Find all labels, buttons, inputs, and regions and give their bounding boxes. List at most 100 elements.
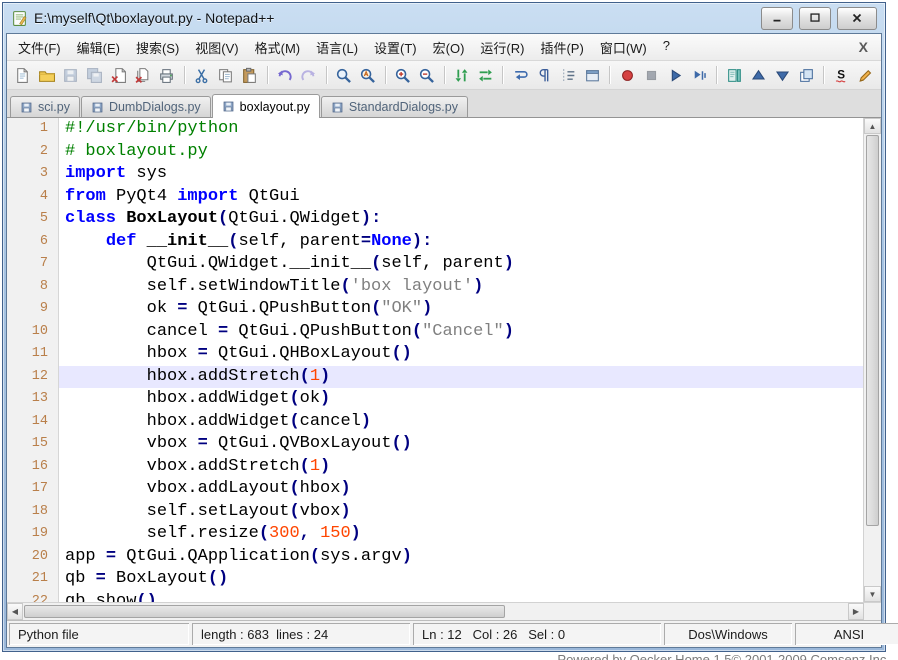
code-line[interactable]: qb = BoxLayout() [59, 568, 863, 591]
menu-item-1[interactable]: 编辑(E) [69, 34, 128, 61]
copy-icon[interactable] [215, 64, 237, 86]
prev-doc-icon[interactable] [747, 64, 769, 86]
paste-icon[interactable] [239, 64, 261, 86]
show-all-chars-icon[interactable] [533, 64, 555, 86]
line-number: 17 [7, 478, 48, 501]
vertical-scroll-track[interactable] [864, 134, 881, 586]
scroll-left-arrow[interactable]: ◀ [7, 603, 23, 620]
horizontal-scroll-thumb[interactable] [24, 605, 505, 618]
code-line[interactable]: def __init__(self, parent=None): [59, 231, 863, 254]
replace-icon[interactable] [357, 64, 379, 86]
spell-check-icon[interactable]: S [830, 64, 852, 86]
sync-horizontal-scroll-icon[interactable] [474, 64, 496, 86]
code-line[interactable]: vbox.addStretch(1) [59, 456, 863, 479]
menu-item-5[interactable]: 语言(L) [308, 34, 366, 61]
title-bar[interactable]: E:\myself\Qt\boxlayout.py - Notepad++ [6, 3, 882, 33]
macro-stop-icon[interactable] [640, 64, 662, 86]
close-button[interactable] [837, 7, 877, 30]
code-line[interactable]: hbox.addWidget(ok) [59, 388, 863, 411]
user-define-dialog-icon[interactable] [581, 64, 603, 86]
code-line[interactable]: QtGui.QWidget.__init__(self, parent) [59, 253, 863, 276]
saved-file-icon [331, 101, 344, 114]
vertical-scroll-thumb[interactable] [866, 135, 879, 526]
menu-item-4[interactable]: 格式(M) [247, 34, 309, 61]
toolbar-separator [326, 66, 327, 84]
cut-icon[interactable] [191, 64, 213, 86]
horizontal-scroll-track[interactable] [23, 603, 848, 620]
next-doc-icon[interactable] [771, 64, 793, 86]
line-number: 10 [7, 321, 48, 344]
macro-run-multiple-icon[interactable] [688, 64, 710, 86]
code-line[interactable]: app = QtGui.QApplication(sys.argv) [59, 546, 863, 569]
doc-map-icon[interactable] [723, 64, 745, 86]
code-line[interactable]: # boxlayout.py [59, 141, 863, 164]
macro-record-icon[interactable] [616, 64, 638, 86]
scroll-up-arrow[interactable]: ▲ [864, 118, 881, 134]
print-icon[interactable] [156, 64, 178, 86]
code-line[interactable]: ok = QtGui.QPushButton("OK") [59, 298, 863, 321]
line-number: 5 [7, 208, 48, 231]
undo-icon[interactable] [274, 64, 296, 86]
tab-dumbdialogs-py[interactable]: DumbDialogs.py [81, 96, 211, 117]
menu-item-9[interactable]: 插件(P) [532, 34, 591, 61]
eol-format-pane: Dos\Windows [664, 623, 792, 645]
doc-close-x-button[interactable]: X [849, 39, 878, 55]
code-line[interactable]: import sys [59, 163, 863, 186]
code-line[interactable]: #!/usr/bin/python [59, 118, 863, 141]
close-all-docs-icon[interactable] [132, 64, 154, 86]
save-icon[interactable] [60, 64, 82, 86]
code-line[interactable]: cancel = QtGui.QPushButton("Cancel") [59, 321, 863, 344]
code-line[interactable]: hbox = QtGui.QHBoxLayout() [59, 343, 863, 366]
menu-item-6[interactable]: 设置(T) [366, 34, 425, 61]
new-file-icon[interactable] [12, 64, 34, 86]
tab-sci-py[interactable]: sci.py [10, 96, 80, 117]
code-line-current[interactable]: hbox.addStretch(1) [59, 366, 863, 389]
code-line[interactable]: qb.show() [59, 591, 863, 603]
menu-item-10[interactable]: 窗口(W) [592, 34, 655, 61]
code-line[interactable]: vbox = QtGui.QVBoxLayout() [59, 433, 863, 456]
scroll-right-arrow[interactable]: ▶ [848, 603, 864, 620]
menu-item-3[interactable]: 视图(V) [187, 34, 246, 61]
line-number: 19 [7, 523, 48, 546]
code-line[interactable]: self.resize(300, 150) [59, 523, 863, 546]
find-icon[interactable] [333, 64, 355, 86]
close-doc-icon[interactable] [108, 64, 130, 86]
line-number: 15 [7, 433, 48, 456]
menu-item-11[interactable]: ? [655, 34, 678, 61]
macro-play-icon[interactable] [664, 64, 686, 86]
line-number: 3 [7, 163, 48, 186]
menu-item-7[interactable]: 宏(O) [425, 34, 473, 61]
zoom-in-icon[interactable] [392, 64, 414, 86]
doc-switcher-icon[interactable] [795, 64, 817, 86]
line-number: 8 [7, 276, 48, 299]
word-wrap-icon[interactable] [509, 64, 531, 86]
toolbar-separator [823, 66, 824, 84]
tab-boxlayout-py[interactable]: boxlayout.py [212, 94, 320, 118]
maximize-button[interactable] [799, 7, 831, 30]
line-number: 20 [7, 546, 48, 569]
menu-item-0[interactable]: 文件(F) [10, 34, 69, 61]
tab-standarddialogs-py[interactable]: StandardDialogs.py [321, 96, 468, 117]
scroll-down-arrow[interactable]: ▼ [864, 586, 881, 602]
zoom-out-icon[interactable] [416, 64, 438, 86]
minimize-button[interactable] [761, 7, 793, 30]
code-line[interactable]: hbox.addWidget(cancel) [59, 411, 863, 434]
save-all-icon[interactable] [84, 64, 106, 86]
vertical-scrollbar[interactable]: ▲ ▼ [863, 118, 881, 602]
menu-item-2[interactable]: 搜索(S) [128, 34, 187, 61]
toolbar-separator [184, 66, 185, 84]
code-line[interactable]: self.setWindowTitle('box layout') [59, 276, 863, 299]
toolbar-separator [385, 66, 386, 84]
code-line[interactable]: vbox.addLayout(hbox) [59, 478, 863, 501]
horizontal-scrollbar[interactable]: ◀ ▶ [7, 602, 881, 620]
edit-marker-icon[interactable] [854, 64, 876, 86]
code-line[interactable]: self.setLayout(vbox) [59, 501, 863, 524]
menu-item-8[interactable]: 运行(R) [472, 34, 532, 61]
redo-icon[interactable] [298, 64, 320, 86]
indent-guide-icon[interactable] [557, 64, 579, 86]
code-line[interactable]: class BoxLayout(QtGui.QWidget): [59, 208, 863, 231]
sync-vertical-scroll-icon[interactable] [451, 64, 473, 86]
code-line[interactable]: from PyQt4 import QtGui [59, 186, 863, 209]
code-area[interactable]: #!/usr/bin/python# boxlayout.pyimport sy… [59, 118, 863, 602]
open-file-icon[interactable] [36, 64, 58, 86]
